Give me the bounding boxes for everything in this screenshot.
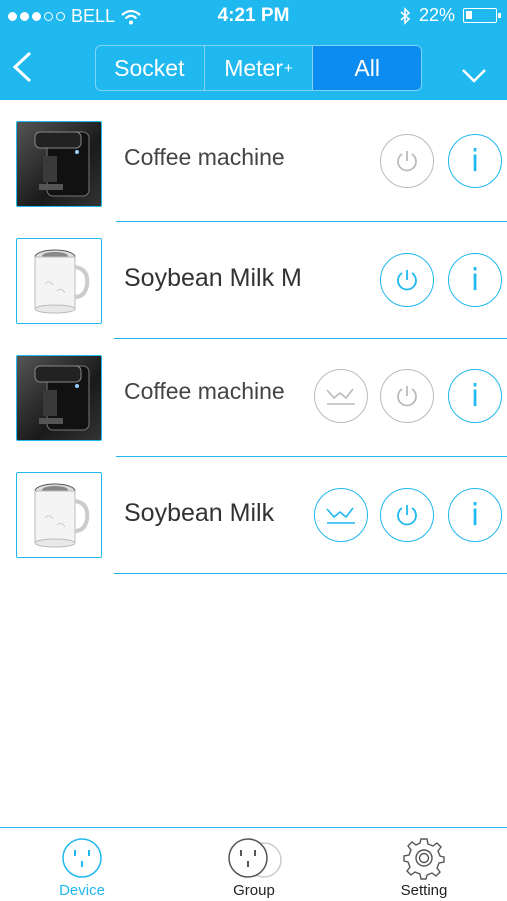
chart-icon bbox=[326, 507, 355, 524]
top-bar: BELL 4:21 PM 22% Socket Meter + All bbox=[0, 0, 507, 100]
info-button[interactable]: i bbox=[448, 253, 502, 307]
device-name: Soybean Milk M bbox=[124, 264, 302, 292]
power-icon bbox=[397, 386, 417, 407]
soybean-milk-cup-image bbox=[34, 483, 90, 548]
bottom-tab-bar: Device Group Setting bbox=[0, 827, 507, 901]
info-icon: i bbox=[470, 143, 480, 179]
device-name: Coffee machine bbox=[124, 144, 285, 170]
info-icon: i bbox=[470, 378, 480, 414]
device-thumbnail[interactable] bbox=[16, 121, 102, 207]
info-button[interactable]: i bbox=[448, 488, 502, 542]
status-bar: BELL 4:21 PM 22% bbox=[0, 0, 507, 30]
bluetooth-icon bbox=[400, 6, 411, 25]
power-toggle-button[interactable] bbox=[380, 134, 434, 188]
segment-meter[interactable]: Meter + bbox=[205, 46, 314, 90]
info-button[interactable]: i bbox=[448, 134, 502, 188]
battery-icon bbox=[463, 8, 501, 23]
tab-setting-label: Setting bbox=[400, 882, 448, 899]
info-icon: i bbox=[470, 262, 480, 298]
usage-chart-button[interactable] bbox=[314, 488, 368, 542]
info-icon: i bbox=[470, 497, 480, 533]
power-icon bbox=[397, 270, 417, 291]
tab-device[interactable]: Device bbox=[22, 828, 142, 901]
device-thumbnail[interactable] bbox=[16, 472, 102, 558]
gear-icon bbox=[403, 838, 445, 880]
row-divider bbox=[114, 573, 507, 574]
row-divider bbox=[116, 456, 507, 457]
coffee-machine-image bbox=[34, 131, 90, 197]
device-filter-segmented-control: Socket Meter + All bbox=[95, 45, 422, 91]
tab-device-label: Device bbox=[59, 882, 105, 899]
device-thumbnail[interactable] bbox=[16, 238, 102, 324]
socket-icon bbox=[62, 838, 102, 878]
power-icon bbox=[397, 505, 417, 526]
back-chevron-icon[interactable] bbox=[10, 50, 34, 84]
device-name: Coffee machine bbox=[124, 378, 285, 404]
segment-all[interactable]: All bbox=[313, 46, 421, 90]
battery-percent: 22% bbox=[418, 5, 455, 25]
info-button[interactable]: i bbox=[448, 369, 502, 423]
row-divider bbox=[116, 221, 507, 222]
device-name: Soybean Milk bbox=[124, 499, 275, 527]
soybean-milk-cup-image bbox=[34, 249, 90, 314]
usage-chart-button[interactable] bbox=[314, 369, 368, 423]
tab-group[interactable]: Group bbox=[194, 828, 314, 901]
device-thumbnail[interactable] bbox=[16, 355, 102, 441]
chart-icon bbox=[326, 388, 355, 405]
group-socket-icon bbox=[228, 838, 282, 878]
row-divider bbox=[114, 338, 507, 339]
tab-setting[interactable]: Setting bbox=[364, 828, 484, 901]
segment-socket[interactable]: Socket bbox=[96, 46, 205, 90]
power-toggle-button[interactable] bbox=[380, 369, 434, 423]
status-right: 22% bbox=[399, 5, 501, 26]
power-toggle-button[interactable] bbox=[380, 488, 434, 542]
chevron-down-icon[interactable] bbox=[460, 62, 488, 86]
tab-group-label: Group bbox=[233, 882, 275, 899]
power-icon bbox=[397, 151, 417, 172]
power-toggle-button[interactable] bbox=[380, 253, 434, 307]
coffee-machine-image bbox=[34, 365, 90, 431]
